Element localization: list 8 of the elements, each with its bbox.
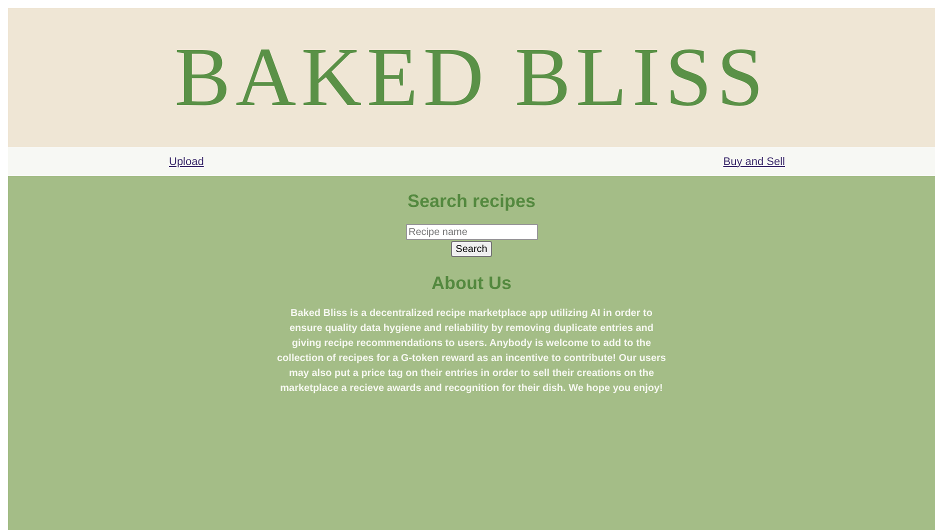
nav-link[interactable]: Upload <box>169 156 204 168</box>
about-text: Baked Bliss is a decentralized recipe marketplace app utilizing AI in order to ensure quality data hygiene and reliability by removing duplicate entries and giving recipe recommendations to users. Anybody is welcome to add to the collection of recipes for a G-token reward as an incentive to contribute! Our users may also put a price tag on their entries in order to sell their creations on the marketplace a recieve awards and recognition for their dish. We hope you enjoy! <box>276 307 666 396</box>
section-heading: Search recipes <box>407 191 536 212</box>
search-button[interactable]: Search <box>450 241 492 257</box>
nav-link[interactable]: Buy and Sell <box>723 156 785 168</box>
search-field[interactable]: Recipe name <box>406 224 538 240</box>
site-title: BAKED BLISS <box>174 30 769 126</box>
section-heading: About Us <box>432 273 512 294</box>
